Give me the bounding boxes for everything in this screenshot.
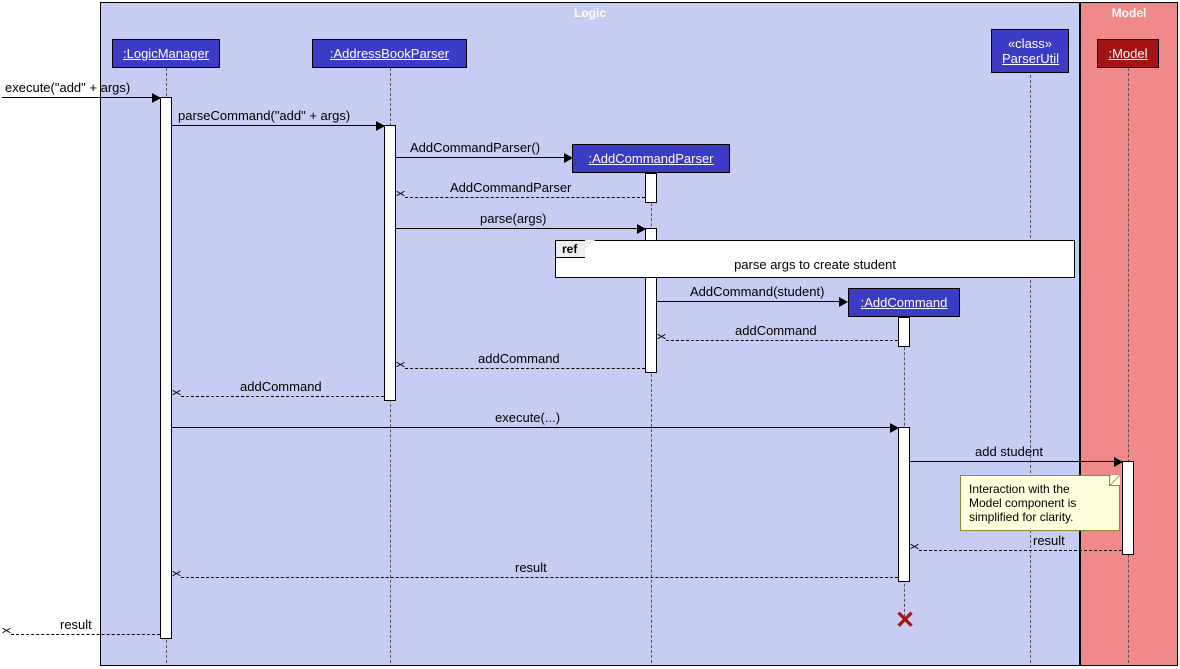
frame-model-label: Model [1112, 6, 1147, 20]
msg-result-2: result [515, 560, 547, 575]
msg-result-1: result [1033, 533, 1065, 548]
msg-return-add-command-parser: AddCommandParser [450, 180, 571, 195]
destroy-add-command: ✕ [895, 606, 915, 635]
participant-parser-util: «class» ParserUtil [991, 29, 1069, 73]
ref-text: parse args to create student [556, 241, 1074, 272]
activation-model [1122, 461, 1134, 555]
parser-util-stereo: «class» [1002, 36, 1058, 51]
participant-logic-manager: :LogicManager [112, 39, 220, 68]
note-line2: Model component is [969, 496, 1111, 510]
activation-logic-manager [160, 97, 172, 639]
msg-return-add-command-3: addCommand [240, 379, 322, 394]
activation-add-command-1 [898, 317, 910, 347]
msg-return-add-command-1: addCommand [735, 323, 817, 338]
participant-address-book-parser: :AddressBookParser [312, 39, 467, 68]
parser-util-name: ParserUtil [1002, 51, 1058, 66]
msg-return-add-command-2: addCommand [478, 351, 560, 366]
frame-logic: Logic [100, 2, 1080, 666]
note-line3: simplified for clarity. [969, 510, 1111, 524]
lifeline-model [1128, 68, 1129, 663]
participant-add-command-parser: :AddCommandParser [572, 144, 730, 173]
note-line1: Interaction with the [969, 482, 1111, 496]
frame-model: Model [1080, 2, 1178, 666]
msg-new-add-command-parser: AddCommandParser() [410, 140, 540, 155]
msg-execute: execute(...) [495, 410, 560, 425]
msg-parse-command: parseCommand("add" + args) [178, 108, 350, 123]
msg-new-add-command: AddCommand(student) [690, 284, 824, 299]
participant-model: :Model [1097, 39, 1159, 68]
ref-label: ref [555, 240, 585, 258]
msg-parse-args: parse(args) [480, 211, 546, 226]
frame-logic-label: Logic [574, 6, 606, 20]
activation-add-command-2 [898, 427, 910, 582]
lifeline-parser-util [1030, 70, 1031, 663]
msg-execute-add-args: execute("add" + args) [5, 80, 130, 95]
msg-result-out: result [60, 617, 92, 632]
msg-add-student: add student [975, 444, 1043, 459]
ref-fragment: ref parse args to create student [555, 240, 1075, 278]
participant-add-command: :AddCommand [848, 288, 960, 317]
note-simplified: Interaction with the Model component is … [960, 475, 1120, 531]
activation-add-command-parser-1 [645, 173, 657, 203]
activation-address-book-parser [384, 125, 396, 401]
